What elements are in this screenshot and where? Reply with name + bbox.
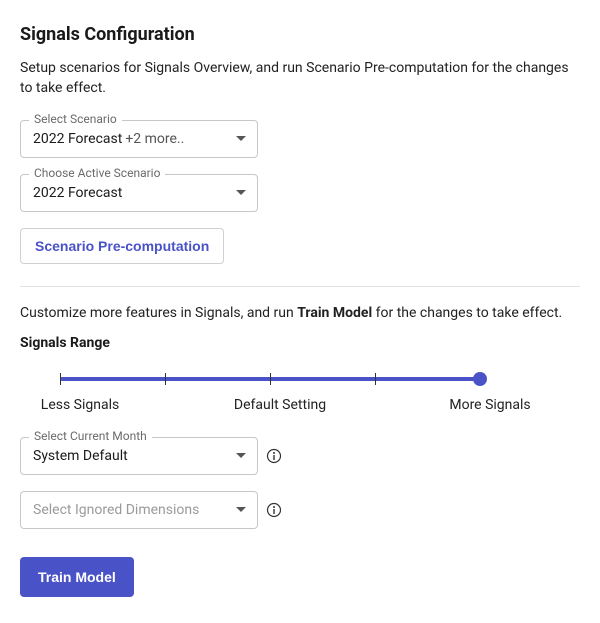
scenario-precomputation-button[interactable]: Scenario Pre-computation: [20, 228, 224, 264]
chevron-down-icon: [235, 452, 247, 460]
info-icon[interactable]: [266, 448, 282, 464]
signals-range-heading: Signals Range: [20, 335, 580, 351]
current-month-value: System Default: [33, 448, 128, 464]
chevron-down-icon: [235, 135, 247, 143]
current-month-field: Select Current Month System Default: [20, 437, 258, 475]
ignored-dimensions-placeholder: Select Ignored Dimensions: [33, 502, 199, 518]
page-title: Signals Configuration: [20, 24, 580, 45]
chevron-down-icon: [235, 506, 247, 514]
active-scenario-value: 2022 Forecast: [33, 185, 122, 201]
customize-intro: Customize more features in Signals, and …: [20, 305, 580, 321]
slider-thumb[interactable]: [473, 372, 487, 386]
select-scenario-label: Select Scenario: [29, 112, 122, 126]
select-scenario-field: Select Scenario 2022 Forecast +2 more..: [20, 120, 258, 158]
slider-label-left: Less Signals: [41, 397, 119, 413]
active-scenario-field: Choose Active Scenario 2022 Forecast: [20, 174, 258, 212]
ignored-dimensions-dropdown[interactable]: Select Ignored Dimensions: [20, 491, 258, 529]
page-subtitle: Setup scenarios for Signals Overview, an…: [20, 59, 580, 98]
signals-range-slider[interactable]: [60, 377, 540, 381]
current-month-label: Select Current Month: [29, 429, 152, 443]
section-divider: [20, 286, 580, 287]
active-scenario-label: Choose Active Scenario: [29, 166, 165, 180]
slider-labels: Less Signals Default Setting More Signal…: [40, 397, 520, 417]
select-scenario-value: 2022 Forecast: [33, 131, 122, 147]
slider-label-mid: Default Setting: [234, 397, 326, 413]
chevron-down-icon: [235, 189, 247, 197]
select-scenario-extra: +2 more..: [125, 131, 184, 147]
info-icon[interactable]: [266, 502, 282, 518]
train-model-button[interactable]: Train Model: [20, 557, 134, 597]
slider-label-right: More Signals: [449, 397, 530, 413]
